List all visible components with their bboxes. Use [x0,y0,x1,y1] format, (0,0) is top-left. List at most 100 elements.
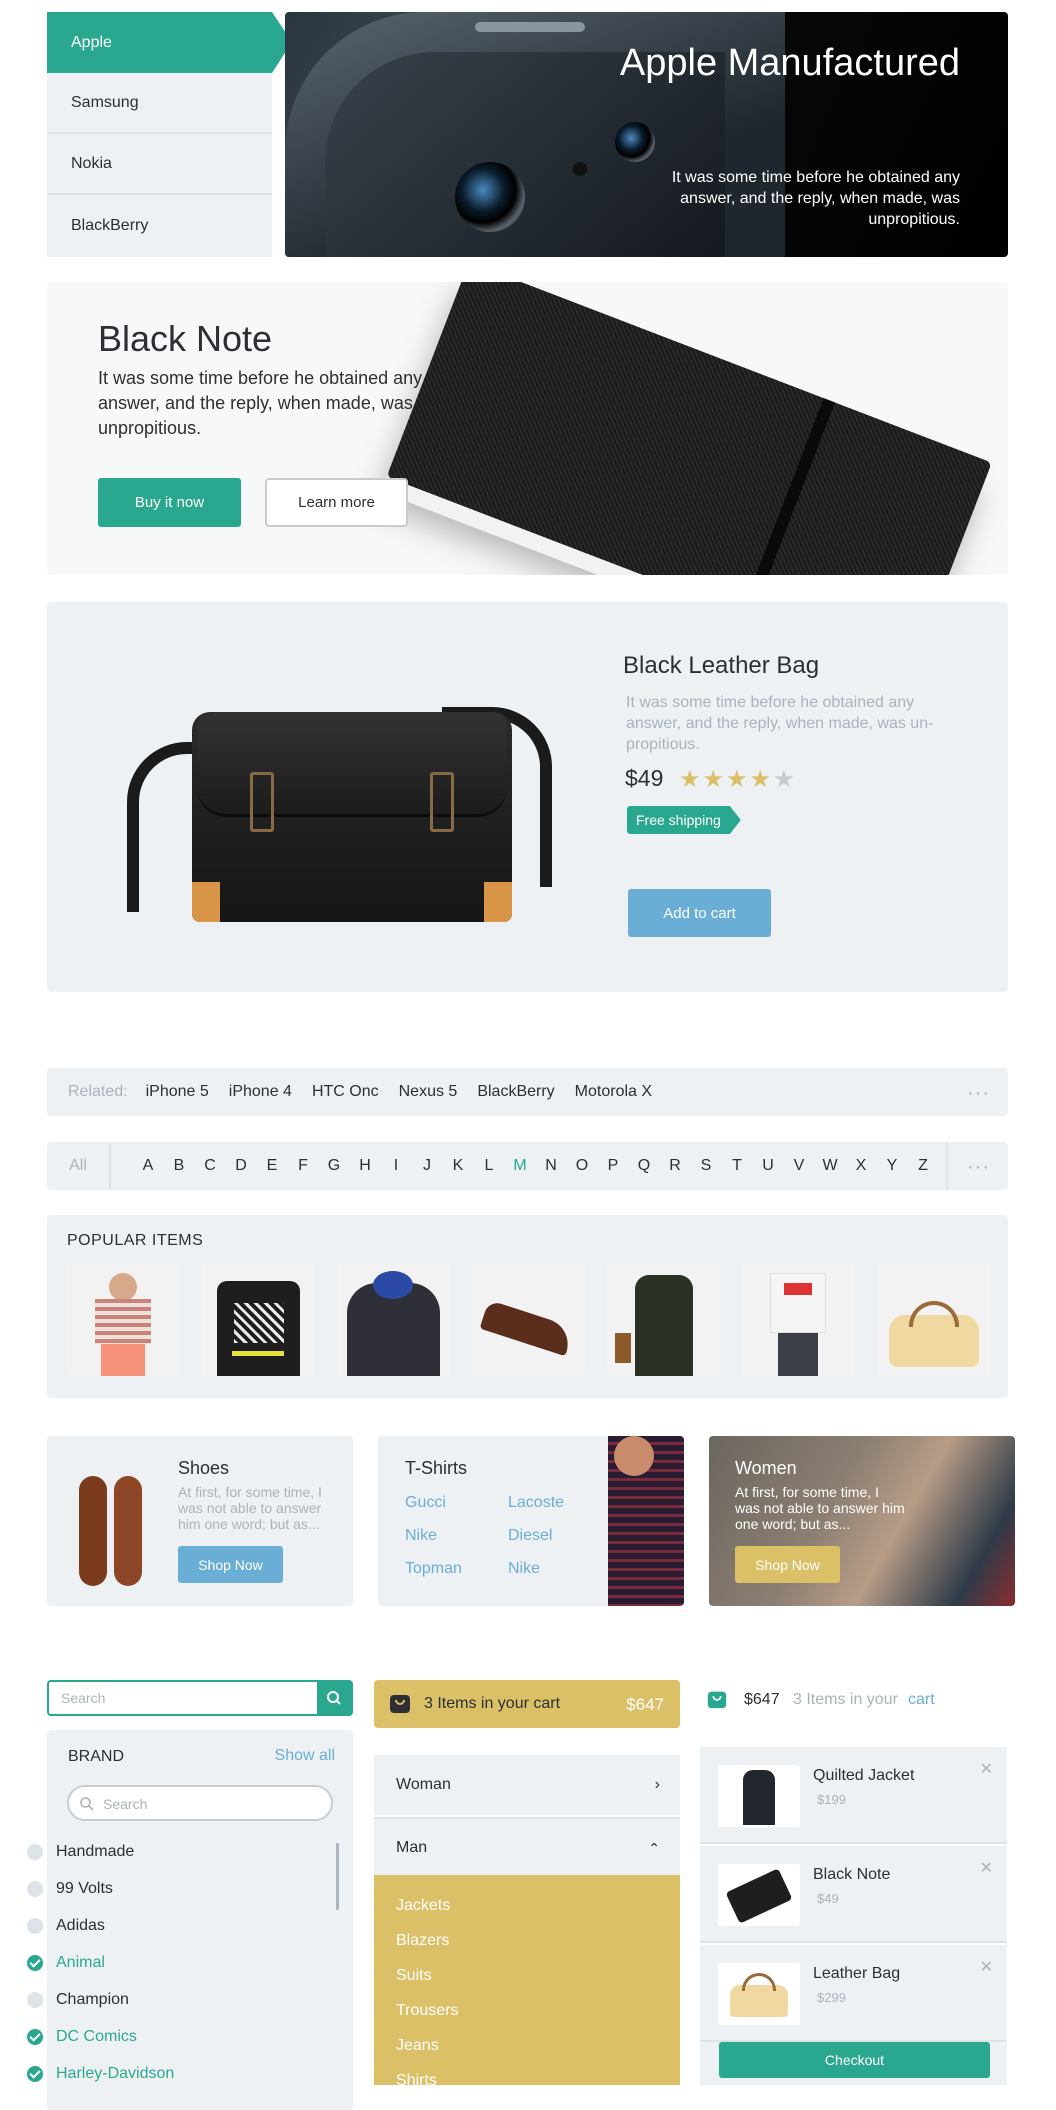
letter-i[interactable]: I [388,1157,404,1175]
letter-y[interactable]: Y [884,1157,900,1175]
submenu-item[interactable]: Shirts [396,2072,437,2090]
popular-item[interactable] [877,1263,990,1376]
submenu-item[interactable]: Trousers [396,2002,459,2020]
popular-title: POPULAR ITEMS [67,1232,204,1249]
add-to-cart-button[interactable]: Add to cart [628,889,771,937]
popular-item[interactable] [742,1263,855,1376]
letter-w[interactable]: W [822,1157,838,1175]
checkout-button[interactable]: Checkout [719,2042,990,2078]
brand-checkbox[interactable]: Harley-Davidson [27,2065,174,2083]
brand-checkbox[interactable]: Champion [27,1991,129,2009]
related-link[interactable]: iPhone 5 [146,1083,209,1101]
letter-k[interactable]: K [450,1157,466,1175]
unchecked-icon [27,1918,43,1934]
item-name: Quilted Jacket [813,1767,915,1784]
note-title: Black Note [98,318,273,359]
related-link[interactable]: Nexus 5 [399,1083,458,1101]
brand-link[interactable]: Lacoste [508,1494,564,1512]
letter-p[interactable]: P [605,1157,621,1175]
mini-cart-link[interactable]: cart [908,1691,935,1709]
brand-checkbox[interactable]: Animal [27,1954,105,1972]
shop-now-button[interactable]: Shop Now [735,1546,840,1583]
submenu-item[interactable]: Jeans [396,2037,439,2055]
popular-item[interactable] [607,1263,720,1376]
letter-h[interactable]: H [357,1157,373,1175]
letter-c[interactable]: C [202,1157,218,1175]
submenu-item[interactable]: Jackets [396,1897,450,1915]
letter-l[interactable]: L [481,1157,497,1175]
unchecked-icon [27,1844,43,1860]
letter-a[interactable]: A [140,1157,156,1175]
brand-search-input[interactable]: Search [67,1785,333,1821]
more-icon[interactable]: ··· [967,1156,990,1179]
related-label: Related: [68,1083,128,1100]
popular-item[interactable] [337,1263,450,1376]
accordion-man[interactable]: Man ⌃ [374,1817,680,1877]
letter-r[interactable]: R [667,1157,683,1175]
product-price: $49 [625,765,664,791]
close-icon[interactable]: ✕ [980,1858,993,1878]
close-icon[interactable]: ✕ [980,1957,993,1977]
learn-more-button[interactable]: Learn more [265,478,408,527]
popular-item[interactable] [67,1263,180,1376]
related-link[interactable]: BlackBerry [477,1083,554,1101]
letter-z[interactable]: Z [915,1157,931,1175]
search-button[interactable] [317,1682,351,1714]
cart-summary[interactable]: 3 Items in your cart $647 [374,1680,680,1728]
brand-link[interactable]: Nike [508,1560,540,1578]
related-link[interactable]: iPhone 4 [229,1083,292,1101]
more-icon[interactable]: ··· [967,1082,990,1105]
brand-link[interactable]: Topman [405,1560,462,1578]
letter-s[interactable]: S [698,1157,714,1175]
cart-item: Leather Bag $299 ✕ [700,1945,1007,2042]
tab-apple[interactable]: Apple [47,12,292,73]
related-link[interactable]: Motorola X [575,1083,652,1101]
letter-j[interactable]: J [419,1157,435,1175]
shoes-title: Shoes [178,1458,230,1478]
submenu-item[interactable]: Suits [396,1967,432,1985]
letter-x[interactable]: X [853,1157,869,1175]
shoes-text: At first, for some time, I was not able … [178,1484,322,1532]
popular-item[interactable] [472,1263,585,1376]
related-link[interactable]: HTC Onc [312,1083,379,1101]
letter-d[interactable]: D [233,1157,249,1175]
brand-checkbox[interactable]: Handmade [27,1843,134,1861]
tab-blackberry[interactable]: BlackBerry [47,195,272,256]
shop-now-button[interactable]: Shop Now [178,1546,283,1583]
letter-f[interactable]: F [295,1157,311,1175]
letter-b[interactable]: B [171,1157,187,1175]
popular-item[interactable] [202,1263,315,1376]
tab-samsung[interactable]: Samsung [47,73,272,134]
letter-v[interactable]: V [791,1157,807,1175]
buy-now-button[interactable]: Buy it now [98,478,241,527]
letter-n[interactable]: N [543,1157,559,1175]
note-promo: Black Note It was some time before he ob… [47,282,1008,575]
letter-g[interactable]: G [326,1157,342,1175]
alphabet-all[interactable]: All [47,1142,111,1190]
scrollbar[interactable] [336,1843,339,1910]
search-input[interactable]: Search [47,1680,353,1716]
brand-link[interactable]: Nike [405,1527,437,1545]
brand-label: Harley-Davidson [56,2065,175,2082]
letter-t[interactable]: T [729,1157,745,1175]
letter-q[interactable]: Q [636,1157,652,1175]
submenu-item[interactable]: Blazers [396,1932,449,1950]
tab-nokia[interactable]: Nokia [47,134,272,195]
women-title: Women [735,1458,797,1478]
accordion-woman[interactable]: Woman › [374,1755,680,1815]
show-all-link[interactable]: Show all [275,1747,335,1765]
brand-checkbox[interactable]: DC Comics [27,2028,137,2046]
close-icon[interactable]: ✕ [980,1759,993,1779]
tshirts-card: T-Shirts Gucci Nike Topman Lacoste Diese… [378,1436,684,1606]
letter-m[interactable]: M [512,1157,528,1175]
letter-u[interactable]: U [760,1157,776,1175]
brand-checkbox[interactable]: Adidas [27,1917,105,1935]
brand-slider: Apple Samsung Nokia BlackBerry Apple Man… [47,12,1008,257]
letter-o[interactable]: O [574,1157,590,1175]
brand-link[interactable]: Diesel [508,1527,552,1545]
brand-tabs: Apple Samsung Nokia BlackBerry [47,12,292,257]
brand-link[interactable]: Gucci [405,1494,446,1512]
letter-e[interactable]: E [264,1157,280,1175]
brand-checkbox[interactable]: 99 Volts [27,1880,113,1898]
item-price: $199 [817,1792,846,1807]
